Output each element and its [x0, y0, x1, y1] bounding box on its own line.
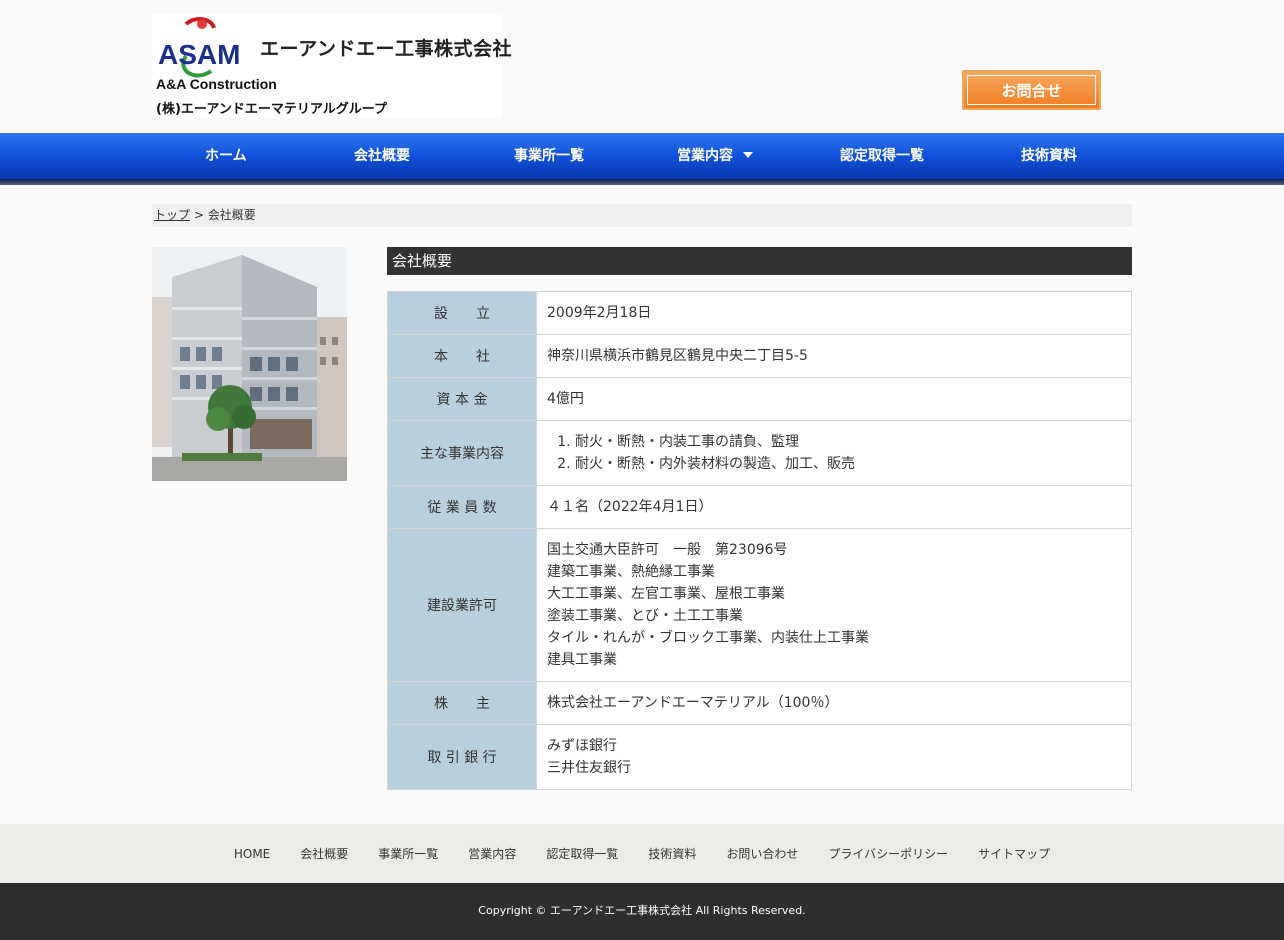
nav-item-home[interactable]: ホーム: [205, 133, 247, 179]
value-line: 三井住友銀行: [547, 760, 631, 776]
row-label-business: 主な事業内容: [387, 420, 537, 486]
row-label-shareholder: 株 主: [387, 681, 537, 725]
value-line: 神奈川県横浜市鶴見区鶴見中央二丁目5-5: [547, 348, 808, 364]
value-line: 塗装工事業、とび・土工工事業: [547, 608, 743, 624]
row-value-established: 2009年2月18日: [536, 291, 1132, 335]
row-value-license: 国土交通大臣許可 一般 第23096号 建築工事業、熱絶縁工事業 大工工事業、左…: [536, 528, 1132, 682]
row-value-capital: 4億円: [536, 377, 1132, 421]
value-line: 建築工事業、熱絶縁工事業: [547, 564, 715, 580]
nav-shadow: [0, 179, 1284, 185]
business-list: 耐火・断熱・内装工事の請負、監理 耐火・断熱・内外装材料の製造、加工、販売: [547, 431, 1121, 475]
building-photo: [152, 247, 347, 481]
footer-link-business[interactable]: 営業内容: [468, 845, 516, 862]
footer-link-technical[interactable]: 技術資料: [648, 845, 696, 862]
table-row: 資 本 金 4億円: [387, 377, 1132, 421]
row-label-capital: 資 本 金: [387, 377, 537, 421]
nav-item-certifications[interactable]: 認定取得一覧: [840, 133, 924, 179]
row-value-headquarters: 神奈川県横浜市鶴見区鶴見中央二丁目5-5: [536, 334, 1132, 378]
logo-letters: ASAM: [158, 39, 240, 70]
table-row: 株 主 株式会社エーアンドエーマテリアル（100％）: [387, 681, 1132, 725]
site-logo[interactable]: ASAM エーアンドエー工事株式会社 A&A Construction (株)エ…: [152, 14, 511, 118]
nav-item-company[interactable]: 会社概要: [354, 133, 410, 179]
value-line: 建具工事業: [547, 652, 617, 668]
footer-link-offices[interactable]: 事業所一覧: [378, 845, 438, 862]
breadcrumb: トップ > 会社概要: [152, 204, 1132, 227]
value-line: 2009年2月18日: [547, 305, 652, 321]
breadcrumb-top-link[interactable]: トップ: [154, 208, 190, 222]
breadcrumb-separator: >: [190, 208, 208, 222]
value-line: 株式会社エーアンドエーマテリアル（100％）: [547, 695, 839, 711]
value-line: タイル・れんが・ブロック工事業、内装仕上工事業: [547, 630, 869, 646]
contact-button[interactable]: お問合せ: [962, 70, 1101, 110]
footer-link-contact[interactable]: お問い合わせ: [726, 845, 798, 862]
footer-link-certifications[interactable]: 認定取得一覧: [546, 845, 618, 862]
chevron-down-icon: [743, 152, 753, 158]
row-label-headquarters: 本 社: [387, 334, 537, 378]
value-line: 4億円: [547, 391, 584, 407]
contact-button-label: お問合せ: [1001, 81, 1062, 100]
logo-group-name: (株)エーアンドエーマテリアルグループ: [156, 102, 387, 117]
row-value-employees: ４１名（2022年4月1日）: [536, 485, 1132, 529]
footer-link-company[interactable]: 会社概要: [300, 845, 348, 862]
breadcrumb-current: 会社概要: [207, 208, 256, 222]
logo-company-name: エーアンドエー工事株式会社: [260, 38, 512, 60]
table-row: 主な事業内容 耐火・断熱・内装工事の請負、監理 耐火・断熱・内外装材料の製造、加…: [387, 420, 1132, 486]
footer-links: HOME 会社概要 事業所一覧 営業内容 認定取得一覧 技術資料 お問い合わせ …: [0, 824, 1284, 883]
value-line: 大工工事業、左官工事業、屋根工事業: [547, 586, 785, 602]
company-info-table: 設 立 2009年2月18日 本 社 神奈川県横浜市鶴見区鶴見中央二丁目5-5 …: [387, 291, 1132, 790]
page-title: 会社概要: [387, 247, 1132, 275]
footer-link-sitemap[interactable]: サイトマップ: [978, 845, 1050, 862]
value-line: 国土交通大臣許可 一般 第23096号: [547, 542, 788, 558]
table-row: 設 立 2009年2月18日: [387, 291, 1132, 335]
row-value-business: 耐火・断熱・内装工事の請負、監理 耐火・断熱・内外装材料の製造、加工、販売: [536, 420, 1132, 486]
main-nav: ホーム 会社概要 事業所一覧 営業内容 認定取得一覧 技術資料: [0, 133, 1284, 179]
list-item: 耐火・断熱・内外装材料の製造、加工、販売: [575, 453, 1121, 475]
copyright: Copyright © エーアンドエー工事株式会社 All Rights Res…: [0, 883, 1284, 940]
row-value-shareholder: 株式会社エーアンドエーマテリアル（100％）: [536, 681, 1132, 725]
nav-item-technical[interactable]: 技術資料: [1021, 133, 1077, 179]
footer-link-privacy[interactable]: プライバシーポリシー: [828, 845, 948, 862]
footer-link-home[interactable]: HOME: [234, 847, 270, 861]
row-label-employees: 従 業 員 数: [387, 485, 537, 529]
list-item: 耐火・断熱・内装工事の請負、監理: [575, 431, 1121, 453]
table-row: 取 引 銀 行 みずほ銀行 三井住友銀行: [387, 724, 1132, 790]
logo-company-name-en: A&A Construction: [156, 76, 277, 92]
value-line: ４１名（2022年4月1日）: [547, 499, 713, 515]
nav-item-business[interactable]: 営業内容: [677, 133, 753, 179]
table-row: 従 業 員 数 ４１名（2022年4月1日）: [387, 485, 1132, 529]
footer-nav: HOME 会社概要 事業所一覧 営業内容 認定取得一覧 技術資料 お問い合わせ …: [0, 824, 1284, 883]
row-value-banks: みずほ銀行 三井住友銀行: [536, 724, 1132, 790]
nav-item-business-label: 営業内容: [677, 148, 733, 164]
table-row: 本 社 神奈川県横浜市鶴見区鶴見中央二丁目5-5: [387, 334, 1132, 378]
table-row: 建設業許可 国土交通大臣許可 一般 第23096号 建築工事業、熱絶縁工事業 大…: [387, 528, 1132, 682]
nav-item-offices[interactable]: 事業所一覧: [514, 133, 584, 179]
site-header: ASAM エーアンドエー工事株式会社 A&A Construction (株)エ…: [0, 0, 1284, 133]
row-label-license: 建設業許可: [387, 528, 537, 682]
row-label-banks: 取 引 銀 行: [387, 724, 537, 790]
value-line: みずほ銀行: [547, 738, 617, 754]
row-label-established: 設 立: [387, 291, 537, 335]
